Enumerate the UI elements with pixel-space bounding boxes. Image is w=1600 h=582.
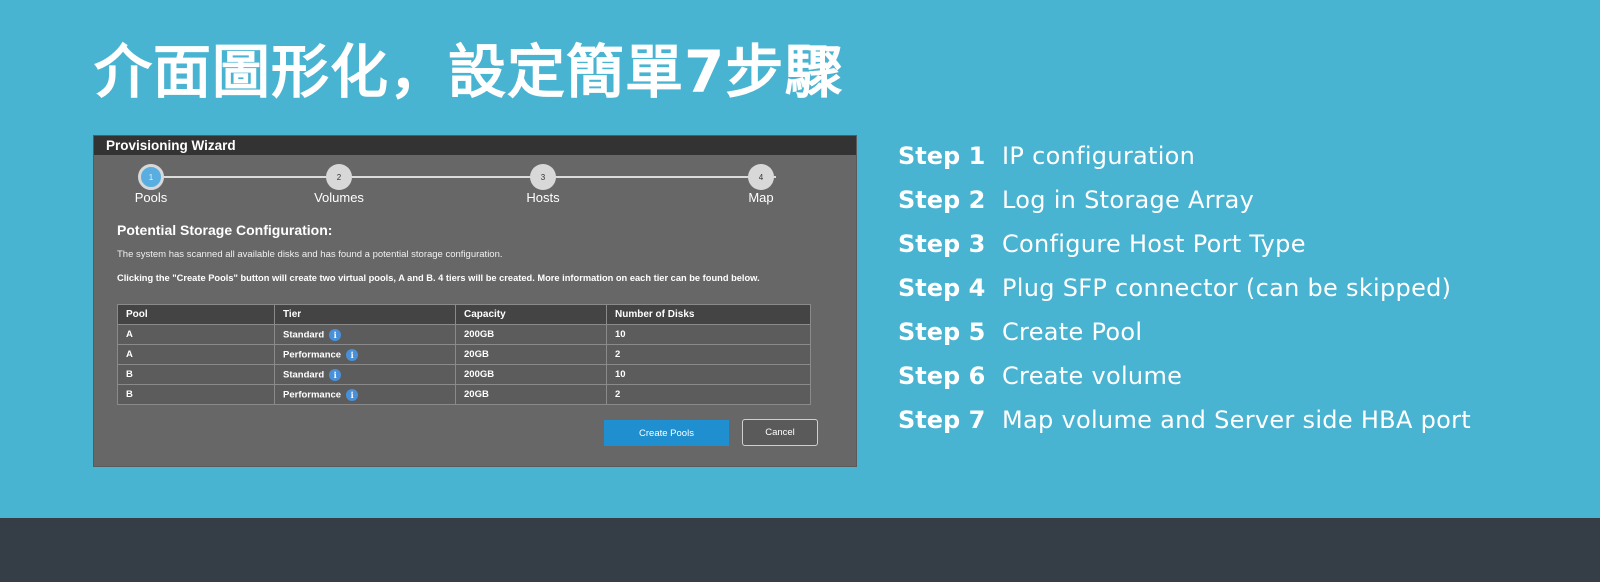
step-node-volumes[interactable]: 2 xyxy=(326,164,352,190)
step-name: Step 3 xyxy=(898,230,986,258)
section-heading: Potential Storage Configuration: xyxy=(117,222,333,238)
cell-disks: 10 xyxy=(606,324,811,345)
cell-tier: Standard i xyxy=(274,364,456,385)
cell-pool: A xyxy=(117,344,275,365)
step-name: Step 2 xyxy=(898,186,986,214)
info-icon[interactable]: i xyxy=(329,328,342,341)
list-item-step-6: Step 6 Create volume xyxy=(898,354,1471,398)
step-label-volumes: Volumes xyxy=(314,190,364,205)
step-desc: Create Pool xyxy=(1002,318,1143,346)
list-item-step-3: Step 3 Configure Host Port Type xyxy=(898,222,1471,266)
step-label-hosts: Hosts xyxy=(526,190,560,205)
stepper-line xyxy=(154,176,776,178)
table-row: A Standard i 200GB 10 xyxy=(117,324,811,345)
column-header-disks[interactable]: Number of Disks xyxy=(606,304,811,325)
list-item-step-4: Step 4 Plug SFP connector (can be skipped… xyxy=(898,266,1471,310)
table-row: B Performance i 20GB 2 xyxy=(117,384,811,405)
tier-label: Standard xyxy=(283,369,325,381)
column-header-capacity[interactable]: Capacity xyxy=(455,304,607,325)
cell-disks: 2 xyxy=(606,384,811,405)
step-desc: IP configuration xyxy=(1002,142,1196,170)
list-item-step-1: Step 1 IP configuration xyxy=(898,134,1471,178)
pool-configuration-table: Pool Tier Capacity Number of Disks A Sta… xyxy=(117,304,811,405)
step-label-pools: Pools xyxy=(134,190,168,205)
step-desc: Create volume xyxy=(1002,362,1183,390)
cell-tier: Standard i xyxy=(274,324,456,345)
setup-steps-list: Step 1 IP configuration Step 2 Log in Stor… xyxy=(898,134,1471,442)
cell-disks: 2 xyxy=(606,344,811,365)
step-name: Step 6 xyxy=(898,362,986,390)
step-node-hosts[interactable]: 3 xyxy=(530,164,556,190)
page-title: 介面圖形化，設定簡單7步驟 xyxy=(94,38,844,106)
table-header-row: Pool Tier Capacity Number of Disks xyxy=(117,304,811,325)
step-name: Step 1 xyxy=(898,142,986,170)
cell-pool: A xyxy=(117,324,275,345)
tier-label: Standard xyxy=(283,329,325,341)
step-node-map[interactable]: 4 xyxy=(748,164,774,190)
create-pools-info-text: Clicking the "Create Pools" button will … xyxy=(117,273,760,283)
table-row: B Standard i 200GB 10 xyxy=(117,364,811,385)
step-name: Step 5 xyxy=(898,318,986,346)
info-icon[interactable]: i xyxy=(329,368,342,381)
wizard-stepper: 1 Pools 2 Volumes 3 Hosts 4 Map xyxy=(94,155,856,207)
step-node-pools[interactable]: 1 xyxy=(138,164,164,190)
cell-capacity: 200GB xyxy=(455,324,607,345)
info-icon[interactable]: i xyxy=(346,388,359,401)
table-row: A Performance i 20GB 2 xyxy=(117,344,811,365)
step-label-map: Map xyxy=(748,190,774,205)
wizard-titlebar: Provisioning Wizard xyxy=(94,136,856,155)
cell-tier: Performance i xyxy=(274,344,456,365)
step-desc: Plug SFP connector (can be skipped) xyxy=(1002,274,1452,302)
cell-pool: B xyxy=(117,364,275,385)
list-item-step-5: Step 5 Create Pool xyxy=(898,310,1471,354)
scan-result-text: The system has scanned all available dis… xyxy=(117,249,503,260)
step-name: Step 4 xyxy=(898,274,986,302)
step-desc: Log in Storage Array xyxy=(1002,186,1255,214)
footer-band xyxy=(0,518,1600,582)
cancel-button[interactable]: Cancel xyxy=(742,419,818,446)
cell-capacity: 200GB xyxy=(455,364,607,385)
step-name: Step 7 xyxy=(898,406,986,434)
tier-label: Performance xyxy=(283,349,342,361)
create-pools-button[interactable]: Create Pools xyxy=(604,420,729,446)
provisioning-wizard-window: Provisioning Wizard 1 Pools 2 Volumes 3 … xyxy=(94,136,856,466)
step-desc: Configure Host Port Type xyxy=(1002,230,1306,258)
cell-capacity: 20GB xyxy=(455,384,607,405)
cell-tier: Performance i xyxy=(274,384,456,405)
info-icon[interactable]: i xyxy=(346,348,359,361)
column-header-tier[interactable]: Tier xyxy=(274,304,456,325)
step-desc: Map volume and Server side HBA port xyxy=(1002,406,1471,434)
column-header-pool[interactable]: Pool xyxy=(117,304,275,325)
cell-pool: B xyxy=(117,384,275,405)
tier-label: Performance xyxy=(283,389,342,401)
cell-disks: 10 xyxy=(606,364,811,385)
cell-capacity: 20GB xyxy=(455,344,607,365)
list-item-step-2: Step 2 Log in Storage Array xyxy=(898,178,1471,222)
list-item-step-7: Step 7 Map volume and Server side HBA por… xyxy=(898,398,1471,442)
